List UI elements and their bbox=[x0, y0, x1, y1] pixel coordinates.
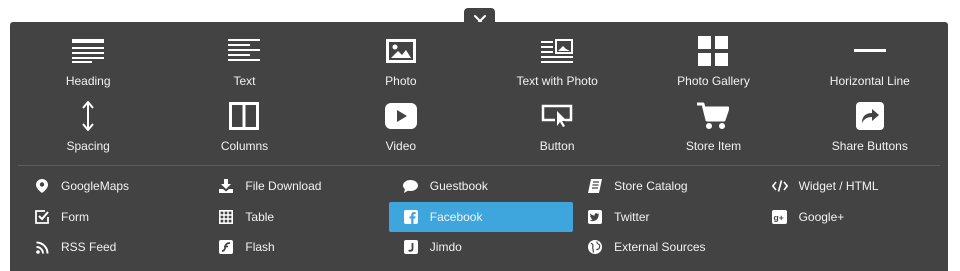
horizontal-line-icon bbox=[853, 34, 886, 68]
twitter-icon bbox=[587, 209, 603, 225]
spacing-icon bbox=[72, 99, 104, 133]
table-icon bbox=[218, 209, 234, 225]
element-label: Photo bbox=[385, 74, 417, 88]
map-pin-icon bbox=[34, 178, 50, 194]
widget-store-catalog[interactable]: Store Catalog bbox=[573, 171, 757, 202]
flash-icon bbox=[218, 239, 234, 255]
widget-facebook[interactable]: Facebook bbox=[388, 201, 574, 232]
svg-text:g+: g+ bbox=[774, 212, 784, 222]
element-label: Store Item bbox=[685, 139, 742, 153]
text-with-photo-icon bbox=[541, 34, 574, 68]
element-store-item[interactable]: Store Item bbox=[635, 99, 791, 164]
element-text-with-photo[interactable]: Text with Photo bbox=[479, 34, 635, 99]
element-grid: Heading Text Photo Text with Photo Photo… bbox=[10, 34, 948, 164]
element-label: Spacing bbox=[66, 139, 110, 153]
element-label: Button bbox=[539, 139, 575, 153]
widget-table[interactable]: Table bbox=[204, 202, 388, 233]
widget-label: Google+ bbox=[798, 209, 845, 224]
widget-label: RSS Feed bbox=[61, 240, 117, 255]
element-label: Video bbox=[385, 139, 417, 153]
widget-label: Widget / HTML bbox=[798, 179, 879, 194]
rss-icon bbox=[34, 239, 50, 255]
element-photo-gallery[interactable]: Photo Gallery bbox=[635, 34, 791, 99]
heading-icon bbox=[72, 34, 105, 68]
widget-rss-feed[interactable]: RSS Feed bbox=[20, 232, 204, 263]
button-icon bbox=[541, 99, 573, 133]
widget-widget-html[interactable]: Widget / HTML bbox=[758, 171, 942, 202]
widget-guestbook[interactable]: Guestbook bbox=[389, 171, 573, 202]
element-label: Text with Photo bbox=[516, 74, 598, 88]
google-plus-icon: g+ bbox=[772, 209, 788, 225]
widget-label: Flash bbox=[245, 240, 275, 255]
widget-file-download[interactable]: File Download bbox=[204, 171, 388, 202]
share-icon bbox=[854, 99, 886, 133]
widget-googlemaps[interactable]: GoogleMaps bbox=[20, 171, 204, 202]
element-photo[interactable]: Photo bbox=[323, 34, 479, 99]
widget-label: Twitter bbox=[614, 209, 650, 224]
add-element-panel: Heading Text Photo Text with Photo Photo… bbox=[10, 22, 948, 271]
element-columns[interactable]: Columns bbox=[166, 99, 322, 164]
element-label: Horizontal Line bbox=[829, 74, 910, 88]
download-icon bbox=[218, 178, 234, 194]
element-label: Heading bbox=[65, 74, 111, 88]
jimdo-icon bbox=[403, 239, 419, 255]
form-checkbox-icon bbox=[34, 209, 50, 225]
widget-label: File Download bbox=[245, 179, 322, 194]
widget-google-plus[interactable]: g+ Google+ bbox=[758, 202, 942, 233]
columns-icon bbox=[228, 99, 260, 133]
element-horizontal-line[interactable]: Horizontal Line bbox=[792, 34, 948, 99]
divider bbox=[18, 165, 940, 166]
video-icon bbox=[384, 99, 417, 133]
element-label: Share Buttons bbox=[831, 139, 908, 153]
widget-form[interactable]: Form bbox=[20, 202, 204, 233]
photo-gallery-icon bbox=[697, 34, 729, 68]
element-video[interactable]: Video bbox=[323, 99, 479, 164]
element-spacing[interactable]: Spacing bbox=[10, 99, 166, 164]
element-label: Photo Gallery bbox=[677, 74, 750, 88]
widget-label: External Sources bbox=[614, 240, 706, 255]
element-label: Text bbox=[233, 74, 256, 88]
widget-grid: GoogleMaps File Download Guestbook Store… bbox=[20, 171, 942, 263]
widget-label: Guestbook bbox=[429, 179, 488, 194]
element-label: Columns bbox=[220, 139, 269, 153]
text-icon bbox=[228, 34, 261, 68]
element-button[interactable]: Button bbox=[479, 99, 635, 164]
photo-icon bbox=[385, 34, 417, 68]
widget-label: Table bbox=[245, 209, 275, 224]
facebook-icon bbox=[403, 209, 419, 225]
code-icon bbox=[771, 178, 788, 194]
widget-flash[interactable]: Flash bbox=[204, 232, 388, 263]
widget-label: GoogleMaps bbox=[61, 179, 130, 194]
globe-icon bbox=[587, 239, 603, 255]
widget-label: Form bbox=[61, 209, 89, 224]
widget-external-sources[interactable]: External Sources bbox=[573, 232, 757, 263]
widget-label: Jimdo bbox=[429, 240, 462, 255]
widget-jimdo[interactable]: Jimdo bbox=[389, 232, 573, 263]
catalog-icon bbox=[587, 178, 603, 194]
widget-label: Facebook bbox=[429, 209, 483, 224]
widget-twitter[interactable]: Twitter bbox=[573, 202, 757, 233]
speech-bubble-icon bbox=[403, 178, 419, 194]
element-heading[interactable]: Heading bbox=[10, 34, 166, 99]
cart-icon bbox=[697, 99, 730, 133]
element-share-buttons[interactable]: Share Buttons bbox=[792, 99, 948, 164]
element-text[interactable]: Text bbox=[166, 34, 322, 99]
widget-label: Store Catalog bbox=[614, 179, 688, 194]
